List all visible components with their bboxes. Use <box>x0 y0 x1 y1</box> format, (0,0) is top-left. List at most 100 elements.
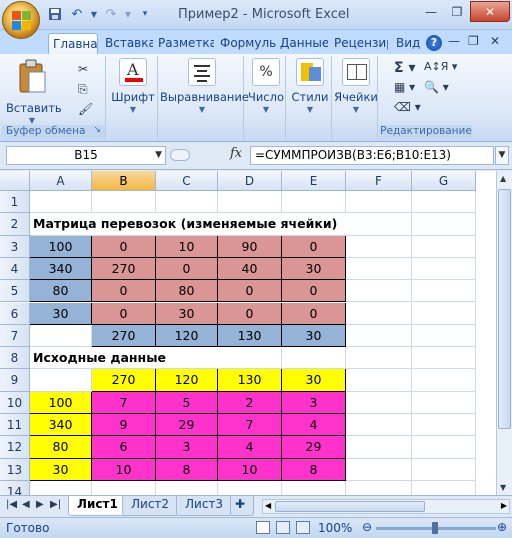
cell-empty[interactable] <box>412 391 476 414</box>
column-header-a[interactable]: A <box>30 171 92 191</box>
cell-d12[interactable]: 4 <box>218 436 282 459</box>
insert-function-icon[interactable]: fx <box>230 146 242 161</box>
undo-dropdown-icon[interactable]: ▼ <box>90 5 98 23</box>
expand-formula-bar-icon[interactable]: ▼ <box>495 146 509 165</box>
cell-d5[interactable]: 0 <box>218 280 282 303</box>
row-header-1[interactable]: 1 <box>0 191 30 214</box>
cell-b12[interactable]: 6 <box>92 436 156 459</box>
office-button[interactable] <box>2 1 40 39</box>
cell-empty[interactable] <box>412 480 476 495</box>
zoom-slider-knob[interactable] <box>432 522 438 534</box>
formula-input[interactable]: =СУММПРОИЗВ(B3:E6;B10:E13) <box>250 146 494 165</box>
sort-filter-icon[interactable]: A↕Я ▾ <box>424 60 457 73</box>
scroll-left-icon[interactable]: ◀ <box>265 501 271 510</box>
cell-d13[interactable]: 10 <box>218 458 282 481</box>
cell-b10[interactable]: 7 <box>92 391 156 414</box>
cell-empty[interactable] <box>92 480 156 495</box>
dialog-launcher-icon[interactable]: ↘ <box>93 125 101 135</box>
ribbon-close-icon[interactable]: ✕ <box>490 34 500 48</box>
cell-b4[interactable]: 270 <box>92 257 156 281</box>
tab-review[interactable]: Рецензир <box>330 33 388 54</box>
maximize-button[interactable]: ❐ <box>444 1 470 22</box>
cell-a6[interactable]: 30 <box>30 302 92 325</box>
cells-button[interactable]: Ячейки ▼ <box>334 58 378 114</box>
row-header-6[interactable]: 6 <box>0 302 30 325</box>
cell-a3[interactable]: 100 <box>30 235 92 258</box>
page-break-view-icon[interactable] <box>296 521 310 534</box>
row-header-12[interactable]: 12 <box>0 436 30 459</box>
cells-dropdown-icon[interactable]: ▼ <box>334 106 378 114</box>
cell-empty[interactable] <box>218 480 282 495</box>
cell-e7[interactable]: 30 <box>282 324 346 348</box>
minimize-button[interactable]: — <box>418 1 444 22</box>
cell-empty[interactable] <box>282 191 346 214</box>
cell-empty[interactable] <box>346 191 412 214</box>
alignment-dropdown-icon[interactable]: ▼ <box>160 106 244 114</box>
cell-c6[interactable]: 30 <box>156 302 218 325</box>
cell-empty[interactable] <box>218 347 282 370</box>
last-sheet-icon[interactable]: ▶| <box>50 499 61 510</box>
cell-a13[interactable]: 30 <box>30 458 92 481</box>
cell-e6[interactable]: 0 <box>282 302 346 325</box>
horizontal-scrollbar[interactable]: ◀ ▶ <box>262 499 510 514</box>
row-header-9[interactable]: 9 <box>0 369 30 392</box>
styles-button[interactable]: Стили ▼ <box>288 58 332 114</box>
cell-b3[interactable]: 0 <box>92 235 156 258</box>
formula-bar-splitter-icon[interactable] <box>170 149 190 161</box>
cell-empty[interactable] <box>30 480 92 495</box>
cell-c10[interactable]: 5 <box>156 391 218 414</box>
cell-empty[interactable] <box>346 324 412 348</box>
tab-insert[interactable]: Вставка <box>101 33 153 54</box>
format-painter-icon[interactable]: 🖌 <box>78 102 93 116</box>
row-header-8[interactable]: 8 <box>0 347 30 370</box>
row-header-11[interactable]: 11 <box>0 414 30 437</box>
cell-b6[interactable]: 0 <box>92 302 156 325</box>
alignment-button[interactable]: Выравнивание ▼ <box>160 58 249 114</box>
cell-d7[interactable]: 130 <box>218 324 282 348</box>
number-dropdown-icon[interactable]: ▼ <box>246 106 286 114</box>
first-sheet-icon[interactable]: |◀ <box>6 499 17 510</box>
zoom-in-icon[interactable]: ⊕ <box>497 520 507 534</box>
cell-c5[interactable]: 80 <box>156 280 218 303</box>
zoom-out-icon[interactable]: ⊖ <box>362 520 372 534</box>
cell-empty[interactable] <box>412 213 476 236</box>
cell-a11[interactable]: 340 <box>30 414 92 437</box>
cell-b5[interactable]: 0 <box>92 280 156 303</box>
cell-empty[interactable] <box>346 480 412 495</box>
cell-e5[interactable]: 0 <box>282 280 346 303</box>
cell-empty[interactable] <box>346 369 412 392</box>
number-button[interactable]: % Число ▼ <box>246 58 286 114</box>
cell-b11[interactable]: 9 <box>92 414 156 437</box>
cell-empty[interactable] <box>346 235 412 258</box>
font-button[interactable]: A Шрифт ▼ <box>108 58 158 114</box>
cell-empty[interactable] <box>412 458 476 481</box>
cell-empty[interactable] <box>412 302 476 325</box>
cell-empty[interactable] <box>346 458 412 481</box>
fill-icon[interactable]: ▦ ▾ <box>394 80 415 94</box>
cell-empty[interactable] <box>30 324 92 348</box>
zoom-slider[interactable] <box>376 522 496 534</box>
prev-sheet-icon[interactable]: ◀ <box>22 499 30 510</box>
cell-b7[interactable]: 270 <box>92 324 156 348</box>
sheet-tab-1[interactable]: Лист1 <box>68 496 127 516</box>
column-header-g[interactable]: G <box>412 171 476 191</box>
cut-icon[interactable]: ✂ <box>78 62 88 76</box>
cell-b9[interactable]: 270 <box>92 369 156 392</box>
sheet-tab-2[interactable]: Лист2 <box>122 496 179 516</box>
cell-empty[interactable] <box>346 257 412 281</box>
cell-a8-title[interactable]: Исходные данные <box>30 347 218 370</box>
cell-c9[interactable]: 120 <box>156 369 218 392</box>
cell-empty[interactable] <box>156 191 218 214</box>
clear-icon[interactable]: ⌫ ▾ <box>394 100 421 114</box>
scroll-down-icon[interactable]: ▼ <box>500 483 506 492</box>
row-header-7[interactable]: 7 <box>0 324 30 348</box>
cell-b13[interactable]: 10 <box>92 458 156 481</box>
cell-empty[interactable] <box>346 391 412 414</box>
cell-empty[interactable] <box>92 191 156 214</box>
cell-empty[interactable] <box>412 414 476 437</box>
cell-e4[interactable]: 30 <box>282 257 346 281</box>
redo-icon[interactable]: ↷ <box>102 5 120 23</box>
copy-icon[interactable]: ⎘ <box>78 82 88 97</box>
scroll-right-icon[interactable]: ▶ <box>501 501 507 510</box>
cell-d9[interactable]: 130 <box>218 369 282 392</box>
